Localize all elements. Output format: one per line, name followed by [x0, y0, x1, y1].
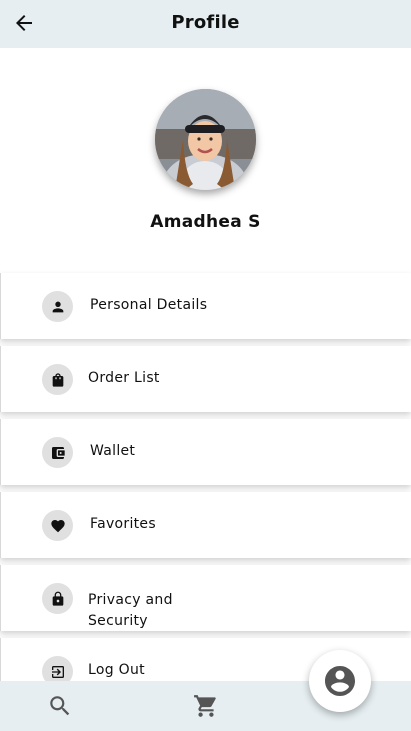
menu-item-wallet[interactable]: Wallet	[0, 419, 411, 485]
logout-icon	[51, 665, 64, 678]
menu-icon-bg	[42, 510, 73, 541]
nav-search-button[interactable]	[47, 693, 73, 719]
menu-icon-bg	[42, 583, 73, 614]
menu-item-privacy-security[interactable]: Privacy and Security	[0, 565, 411, 631]
menu-label: Order List	[88, 370, 160, 386]
menu-icon-bg	[42, 364, 73, 395]
search-icon	[50, 696, 70, 716]
wallet-icon	[51, 446, 65, 459]
nav-account-button[interactable]	[309, 650, 371, 712]
shopping-bag-icon	[52, 372, 63, 387]
menu-label-line: Security	[88, 613, 148, 629]
heart-icon	[50, 519, 65, 532]
menu-label: Wallet	[90, 443, 136, 459]
menu-icon-bg	[42, 291, 73, 322]
lock-icon	[52, 591, 63, 606]
menu-item-personal-details[interactable]: Personal Details	[0, 273, 411, 339]
menu-item-order-list[interactable]: Order List	[0, 346, 411, 412]
menu-label: Personal Details	[90, 297, 208, 313]
menu-label: Favorites	[90, 516, 156, 532]
user-name: Amadhea S	[150, 212, 261, 232]
menu-item-favorites[interactable]: Favorites	[0, 492, 411, 558]
app-header: Profile	[0, 0, 411, 48]
menu-label: Privacy and Security	[88, 590, 173, 632]
menu-icon-bg	[42, 437, 73, 468]
person-icon	[52, 301, 63, 312]
page-title: Profile	[171, 12, 240, 33]
nav-cart-button[interactable]	[193, 693, 219, 719]
menu-label-line: Privacy and	[88, 592, 173, 608]
cart-icon	[194, 695, 216, 717]
account-circle-icon	[325, 666, 355, 696]
menu-label: Log Out	[88, 662, 145, 678]
avatar	[155, 89, 256, 190]
